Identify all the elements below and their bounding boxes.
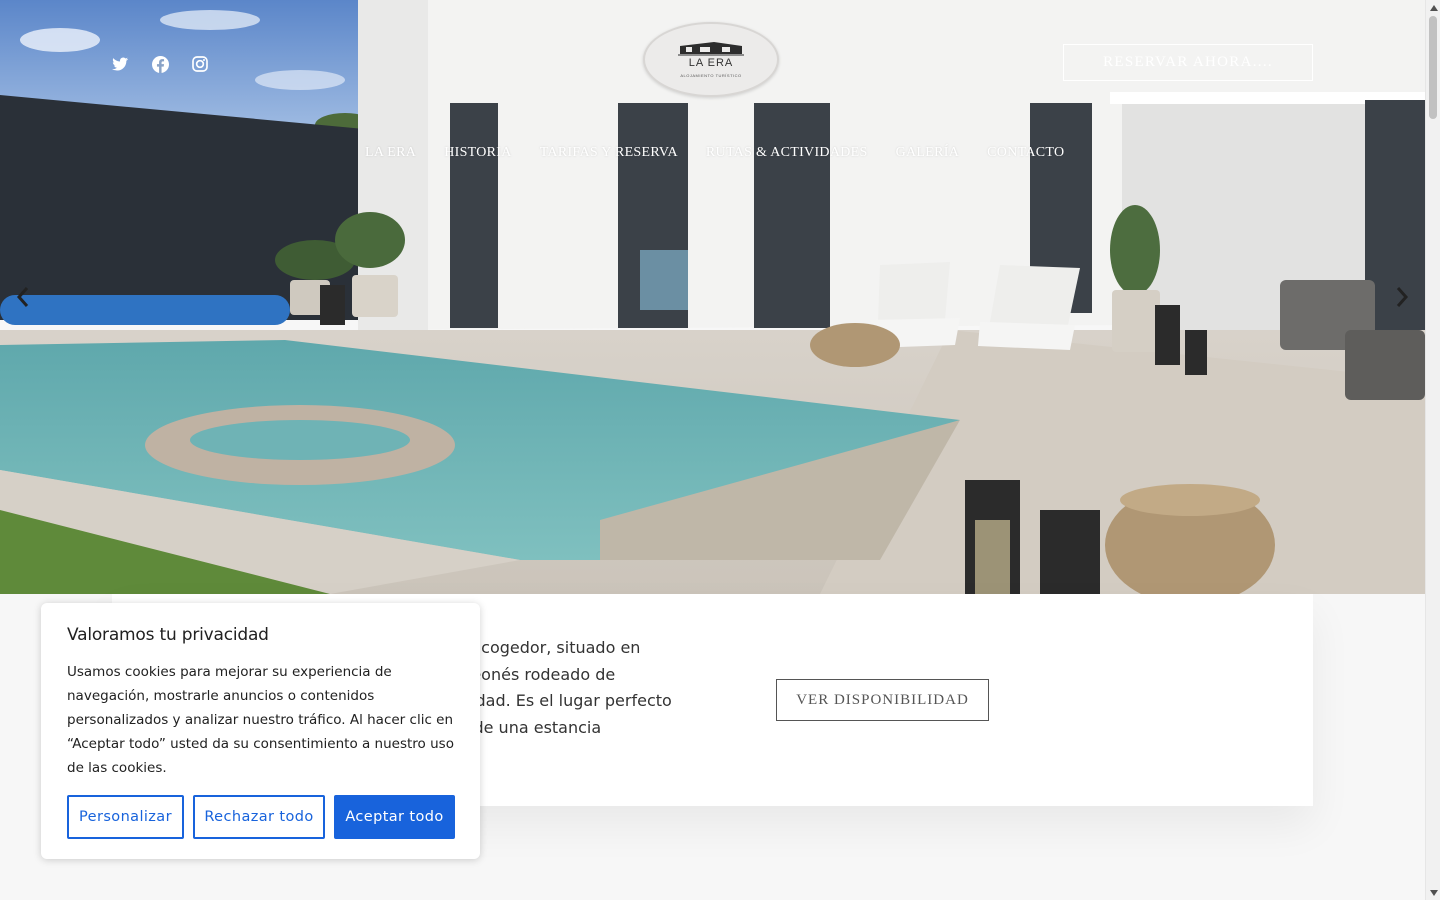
cookie-consent-banner: Valoramos tu privacidad Usamos cookies p… xyxy=(41,603,480,859)
nav-item-tarifas[interactable]: TARIFAS Y RESERVA xyxy=(540,145,678,161)
reserve-now-button[interactable]: RESERVAR AHORA.... xyxy=(1063,44,1313,81)
nav-item-historia[interactable]: HISTORIA xyxy=(444,145,511,161)
logo-name: LA ERA xyxy=(688,57,734,69)
nav-item-la-era[interactable]: LA ERA xyxy=(365,145,416,161)
page-scrollbar[interactable] xyxy=(1425,0,1440,900)
house-logo-icon xyxy=(678,42,744,56)
instagram-icon[interactable] xyxy=(190,54,210,74)
cookie-actions: Personalizar Rechazar todo Aceptar todo xyxy=(67,795,455,839)
hero-slider: LA ERA ALOJAMIENTO TURÍSTICO RESERVAR AH… xyxy=(0,0,1425,594)
scrollbar-thumb[interactable] xyxy=(1429,16,1437,119)
nav-item-rutas[interactable]: RUTAS & ACTIVIDADES xyxy=(706,145,868,161)
main-nav: LA ERA HISTORIA TARIFAS Y RESERVA RUTAS … xyxy=(365,145,1064,161)
facebook-icon[interactable] xyxy=(150,54,170,74)
social-links xyxy=(110,54,210,74)
cookie-text: Usamos cookies para mejorar su experienc… xyxy=(67,664,454,776)
check-availability-button[interactable]: VER DISPONIBILIDAD xyxy=(776,679,989,721)
cookie-title: Valoramos tu privacidad xyxy=(67,625,269,645)
nav-item-galeria[interactable]: GALERÍA xyxy=(896,145,960,161)
chevron-left-icon[interactable] xyxy=(13,284,33,310)
intro-text: al acogedor, situado en o leonés rodeado… xyxy=(452,638,672,737)
scroll-down-icon[interactable] xyxy=(1426,885,1440,900)
nav-item-contacto[interactable]: CONTACTO xyxy=(987,145,1064,161)
accept-all-button[interactable]: Aceptar todo xyxy=(334,795,455,839)
scroll-up-icon[interactable] xyxy=(1426,0,1440,15)
site-logo[interactable]: LA ERA ALOJAMIENTO TURÍSTICO xyxy=(643,22,779,97)
chevron-right-icon[interactable] xyxy=(1392,284,1412,310)
twitter-icon[interactable] xyxy=(110,54,130,74)
customize-button[interactable]: Personalizar xyxy=(67,795,184,839)
reject-all-button[interactable]: Rechazar todo xyxy=(193,795,325,839)
logo-subtitle: ALOJAMIENTO TURÍSTICO xyxy=(680,73,742,78)
